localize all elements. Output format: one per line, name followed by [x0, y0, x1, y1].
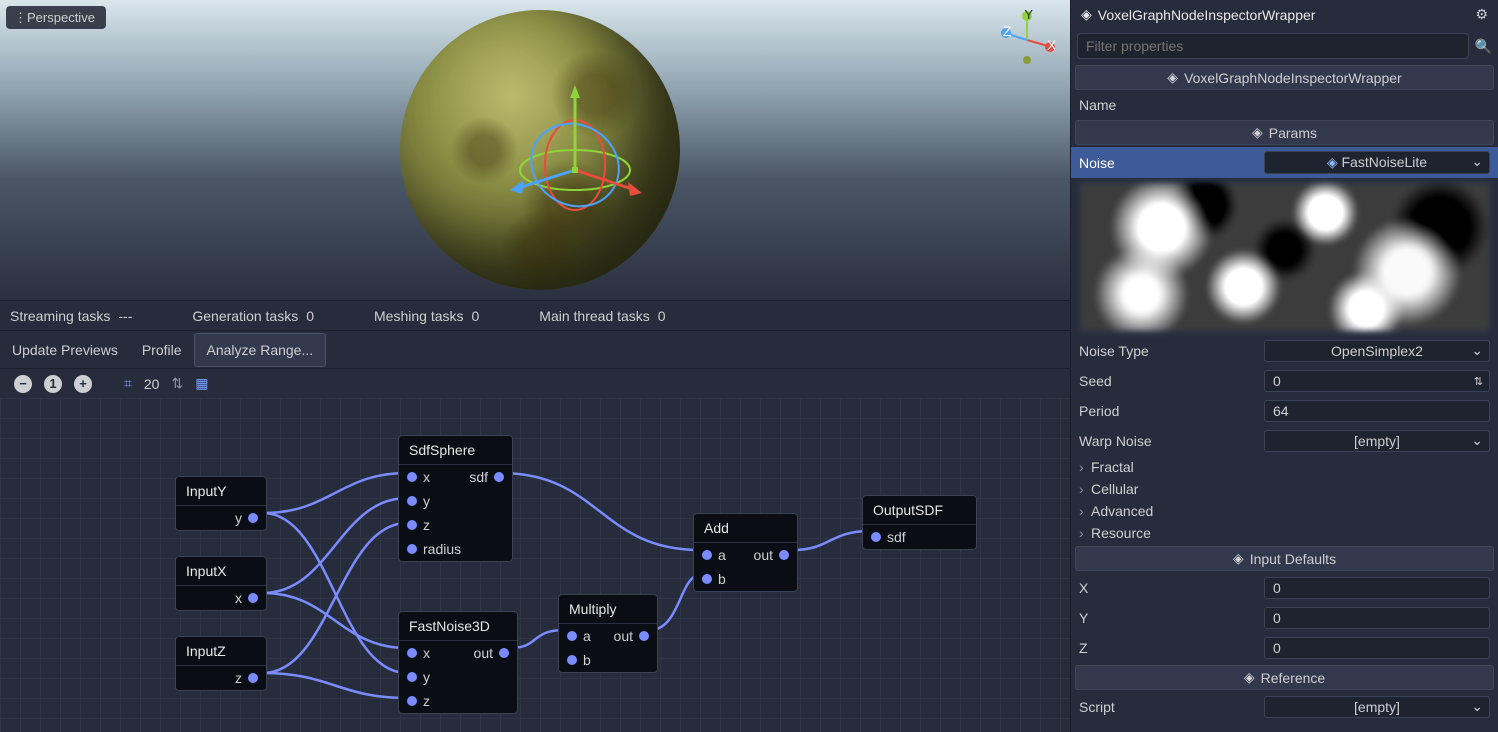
minimap-icon[interactable]: ▦ [195, 375, 208, 392]
inspector-title: VoxelGraphNodeInspectorWrapper [1098, 7, 1316, 23]
node-title: InputX [176, 557, 266, 586]
node-title: Add [694, 514, 797, 543]
cube-icon: ◈ [1081, 6, 1092, 23]
port-in[interactable] [567, 655, 577, 665]
input-default-x[interactable]: 0 [1264, 577, 1490, 599]
mainthread-tasks-label: Main thread tasks [539, 308, 650, 324]
generation-tasks-value: 0 [306, 308, 314, 324]
meshing-tasks-label: Meshing tasks [374, 308, 463, 324]
port-in[interactable] [407, 696, 417, 706]
perspective-button[interactable]: Perspective [6, 6, 106, 29]
period-label: Period [1079, 403, 1264, 419]
noise-preview-image [1079, 182, 1490, 332]
snap-stepper-icon[interactable]: ⇅ [171, 375, 183, 392]
filter-properties-input[interactable] [1077, 33, 1469, 59]
snap-icon[interactable]: ⌗ [124, 375, 132, 392]
zoom-in-icon[interactable]: + [74, 375, 92, 393]
cellular-group[interactable]: Cellular [1071, 478, 1498, 500]
fractal-group[interactable]: Fractal [1071, 456, 1498, 478]
node-input-x[interactable]: InputX x [175, 556, 267, 611]
node-multiply[interactable]: Multiply aout b [558, 594, 658, 673]
port-in[interactable] [407, 520, 417, 530]
script-dropdown[interactable]: [empty] [1264, 696, 1490, 718]
update-previews-button[interactable]: Update Previews [0, 334, 130, 366]
advanced-group[interactable]: Advanced [1071, 500, 1498, 522]
port-out[interactable] [499, 648, 509, 658]
params-header: ◈Params [1075, 120, 1494, 145]
graph-connections [0, 398, 1070, 732]
period-input[interactable]: 64 [1264, 400, 1490, 422]
port-out[interactable] [639, 631, 649, 641]
mainthread-tasks-value: 0 [658, 308, 666, 324]
input-default-y[interactable]: 0 [1264, 607, 1490, 629]
inspector-panel: ◈VoxelGraphNodeInspectorWrapper ⚙ 🔍 ◈Vox… [1070, 0, 1498, 732]
svg-text:Z: Z [1003, 23, 1012, 39]
node-fast-noise-3d[interactable]: FastNoise3D xout y z [398, 611, 518, 714]
port-in[interactable] [407, 472, 417, 482]
streaming-tasks-label: Streaming tasks [10, 308, 110, 324]
reference-header: ◈Reference [1075, 665, 1494, 690]
node-input-z[interactable]: InputZ z [175, 636, 267, 691]
node-title: InputZ [176, 637, 266, 666]
input-default-x-label: X [1079, 580, 1264, 596]
port-in[interactable] [702, 550, 712, 560]
port-in[interactable] [567, 631, 577, 641]
node-title: InputY [176, 477, 266, 506]
streaming-tasks-value: --- [118, 308, 132, 324]
warp-noise-label: Warp Noise [1079, 433, 1264, 449]
axis-orientation-widget[interactable]: X Y Z [1000, 10, 1055, 65]
viewport-3d[interactable]: X Y Z Perspective [0, 0, 1070, 300]
profile-button[interactable]: Profile [130, 334, 194, 366]
input-default-z-label: Z [1079, 640, 1264, 656]
port-in[interactable] [871, 532, 881, 542]
analyze-range-button[interactable]: Analyze Range... [194, 333, 327, 367]
voxel-mesh-preview [400, 10, 680, 290]
port-out[interactable] [779, 550, 789, 560]
zoom-value: 20 [144, 376, 160, 392]
node-title: SdfSphere [399, 436, 512, 465]
node-graph-area[interactable]: InputY y InputX x InputZ z SdfSphere xsd… [0, 398, 1070, 732]
meshing-tasks-value: 0 [472, 308, 480, 324]
noise-type-dropdown[interactable]: OpenSimplex2 [1264, 340, 1490, 362]
graph-tab-toolbar: Update Previews Profile Analyze Range... [0, 330, 1070, 368]
status-bar: Streaming tasks --- Generation tasks 0 Mes… [0, 300, 1070, 330]
script-label: Script [1079, 699, 1264, 715]
port-in[interactable] [407, 672, 417, 682]
port-out[interactable] [248, 673, 258, 683]
noise-type-label: Noise Type [1079, 343, 1264, 359]
zoom-out-icon[interactable]: − [14, 375, 32, 393]
svg-text:X: X [1047, 37, 1055, 53]
svg-text:Y: Y [1024, 10, 1034, 22]
node-title: Multiply [559, 595, 657, 624]
node-input-y[interactable]: InputY y [175, 476, 267, 531]
name-label: Name [1079, 97, 1264, 113]
seed-input[interactable]: 0 [1264, 370, 1490, 392]
generation-tasks-label: Generation tasks [192, 308, 298, 324]
resource-group[interactable]: Resource [1071, 522, 1498, 544]
noise-resource-dropdown[interactable]: ◈ FastNoiseLite [1264, 151, 1490, 174]
settings-icon[interactable]: ⚙ [1475, 6, 1488, 23]
warp-noise-dropdown[interactable]: [empty] [1264, 430, 1490, 452]
input-default-y-label: Y [1079, 610, 1264, 626]
search-icon[interactable]: 🔍 [1475, 38, 1492, 55]
node-add[interactable]: Add aout b [693, 513, 798, 592]
port-in[interactable] [702, 574, 712, 584]
node-sdf-sphere[interactable]: SdfSphere xsdf y z radius [398, 435, 513, 562]
port-out[interactable] [494, 472, 504, 482]
noise-property-row[interactable]: Noise ◈ FastNoiseLite [1071, 147, 1498, 178]
class-name-header: ◈VoxelGraphNodeInspectorWrapper [1075, 65, 1494, 90]
port-in[interactable] [407, 648, 417, 658]
node-output-sdf[interactable]: OutputSDF sdf [862, 495, 977, 550]
node-title: FastNoise3D [399, 612, 517, 641]
port-in[interactable] [407, 544, 417, 554]
port-out[interactable] [248, 593, 258, 603]
input-defaults-header: ◈Input Defaults [1075, 546, 1494, 571]
node-title: OutputSDF [863, 496, 976, 525]
graph-zoom-toolbar: − 1 + ⌗ 20 ⇅ ▦ [0, 368, 1070, 398]
input-default-z[interactable]: 0 [1264, 637, 1490, 659]
seed-label: Seed [1079, 373, 1264, 389]
port-in[interactable] [407, 496, 417, 506]
port-out[interactable] [248, 513, 258, 523]
zoom-reset-icon[interactable]: 1 [44, 375, 62, 393]
